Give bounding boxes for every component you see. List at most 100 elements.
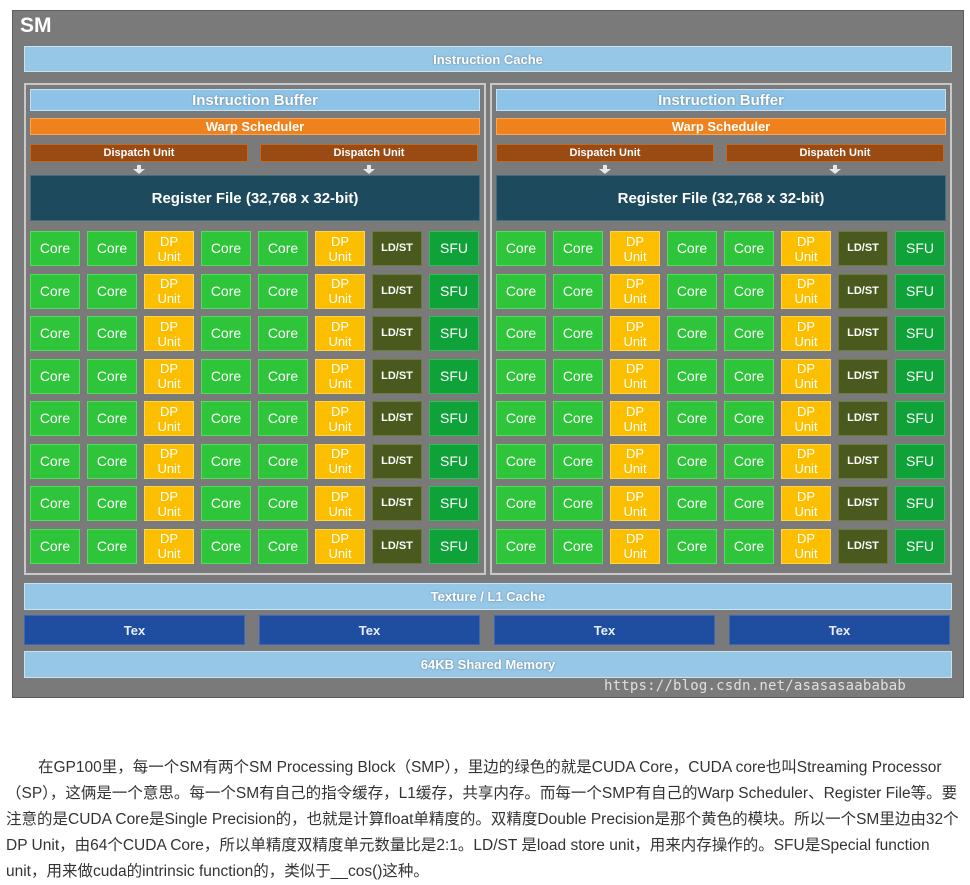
cuda-core: Core xyxy=(667,443,717,479)
cuda-core: Core xyxy=(553,486,603,521)
register-file: Register File (32,768 x 32-bit) xyxy=(496,175,946,221)
dp-unit: DP Unit xyxy=(781,231,831,266)
tex-unit: Tex xyxy=(729,615,950,645)
cuda-core: Core xyxy=(30,528,80,564)
cuda-core: Core xyxy=(724,528,774,564)
cuda-core: Core xyxy=(258,273,308,309)
tex-unit: Tex xyxy=(494,615,715,645)
cuda-core: Core xyxy=(553,231,603,266)
cuda-core: Core xyxy=(667,358,717,394)
warp-scheduler: Warp Scheduler xyxy=(496,118,946,135)
cuda-core: Core xyxy=(201,273,251,309)
ldst-unit: LD/ST xyxy=(372,273,422,309)
dispatch-unit: Dispatch Unit xyxy=(30,144,248,162)
sfu-unit: SFU xyxy=(429,443,479,479)
cuda-core: Core xyxy=(496,486,546,521)
ldst-unit: LD/ST xyxy=(372,443,422,479)
cuda-core: Core xyxy=(258,401,308,436)
cuda-core: Core xyxy=(553,528,603,564)
ldst-unit: LD/ST xyxy=(838,316,888,351)
cuda-core: Core xyxy=(496,401,546,436)
shared-memory: 64KB Shared Memory xyxy=(24,651,952,678)
ldst-unit: LD/ST xyxy=(838,273,888,309)
instruction-buffer: Instruction Buffer xyxy=(30,89,480,111)
cuda-core: Core xyxy=(496,528,546,564)
dp-unit: DP Unit xyxy=(315,358,365,394)
sfu-unit: SFU xyxy=(895,316,945,351)
cuda-core: Core xyxy=(30,486,80,521)
sm-label: SM xyxy=(20,14,52,37)
dp-unit: DP Unit xyxy=(144,486,194,521)
texture-l1-cache: Texture / L1 Cache xyxy=(24,583,952,610)
register-file: Register File (32,768 x 32-bit) xyxy=(30,175,480,221)
core-grid: Core Core DP Unit Core Core DP Unit LD/ST SFU Co… xyxy=(496,231,946,564)
watermark: https://blog.csdn.net/asasasaababab xyxy=(604,678,907,694)
dp-unit: DP Unit xyxy=(315,528,365,564)
dp-unit: DP Unit xyxy=(781,358,831,394)
dp-unit: DP Unit xyxy=(610,358,660,394)
dp-unit: DP Unit xyxy=(781,528,831,564)
tex-unit: Tex xyxy=(24,615,245,645)
dispatch-unit: Dispatch Unit xyxy=(496,144,714,162)
sfu-unit: SFU xyxy=(429,358,479,394)
sfu-unit: SFU xyxy=(895,358,945,394)
cuda-core: Core xyxy=(667,401,717,436)
cuda-core: Core xyxy=(201,486,251,521)
cuda-core: Core xyxy=(87,528,137,564)
ldst-unit: LD/ST xyxy=(838,443,888,479)
dp-unit: DP Unit xyxy=(610,231,660,266)
cuda-core: Core xyxy=(258,528,308,564)
ldst-unit: LD/ST xyxy=(838,486,888,521)
dp-unit: DP Unit xyxy=(315,273,365,309)
cuda-core: Core xyxy=(87,316,137,351)
core-grid: Core Core DP Unit Core Core DP Unit LD/ST SFU Co… xyxy=(30,231,480,564)
cuda-core: Core xyxy=(30,401,80,436)
dp-unit: DP Unit xyxy=(144,273,194,309)
dp-unit: DP Unit xyxy=(144,231,194,266)
cuda-core: Core xyxy=(496,316,546,351)
cuda-core: Core xyxy=(667,273,717,309)
dp-unit: DP Unit xyxy=(610,316,660,351)
dp-unit: DP Unit xyxy=(144,528,194,564)
sfu-unit: SFU xyxy=(429,401,479,436)
dp-unit: DP Unit xyxy=(610,486,660,521)
dp-unit: DP Unit xyxy=(781,486,831,521)
ldst-unit: LD/ST xyxy=(372,316,422,351)
dp-unit: DP Unit xyxy=(315,316,365,351)
dp-unit: DP Unit xyxy=(610,273,660,309)
dp-unit: DP Unit xyxy=(610,528,660,564)
cuda-core: Core xyxy=(258,443,308,479)
dispatch-unit: Dispatch Unit xyxy=(726,144,944,162)
cuda-core: Core xyxy=(30,443,80,479)
processing-block-right: Instruction Buffer Warp Scheduler Dispat… xyxy=(490,83,952,575)
sfu-unit: SFU xyxy=(429,273,479,309)
sfu-unit: SFU xyxy=(429,486,479,521)
ldst-unit: LD/ST xyxy=(372,358,422,394)
cuda-core: Core xyxy=(258,231,308,266)
sfu-unit: SFU xyxy=(895,231,945,266)
cuda-core: Core xyxy=(724,231,774,266)
instruction-cache: Instruction Cache xyxy=(24,46,952,72)
cuda-core: Core xyxy=(667,486,717,521)
dp-unit: DP Unit xyxy=(315,486,365,521)
sfu-unit: SFU xyxy=(895,273,945,309)
cuda-core: Core xyxy=(87,443,137,479)
sfu-unit: SFU xyxy=(429,231,479,266)
cuda-core: Core xyxy=(496,273,546,309)
dp-unit: DP Unit xyxy=(610,443,660,479)
instruction-buffer: Instruction Buffer xyxy=(496,89,946,111)
cuda-core: Core xyxy=(724,486,774,521)
sfu-unit: SFU xyxy=(429,528,479,564)
dp-unit: DP Unit xyxy=(610,401,660,436)
sfu-unit: SFU xyxy=(429,316,479,351)
ldst-unit: LD/ST xyxy=(372,528,422,564)
sfu-unit: SFU xyxy=(895,443,945,479)
ldst-unit: LD/ST xyxy=(838,231,888,266)
dp-unit: DP Unit xyxy=(315,231,365,266)
sm-diagram: SM Instruction Cache Instruction Buffer … xyxy=(12,10,964,698)
dp-unit: DP Unit xyxy=(144,401,194,436)
cuda-core: Core xyxy=(201,528,251,564)
cuda-core: Core xyxy=(667,316,717,351)
cuda-core: Core xyxy=(258,358,308,394)
processing-block-left: Instruction Buffer Warp Scheduler Dispat… xyxy=(24,83,486,575)
